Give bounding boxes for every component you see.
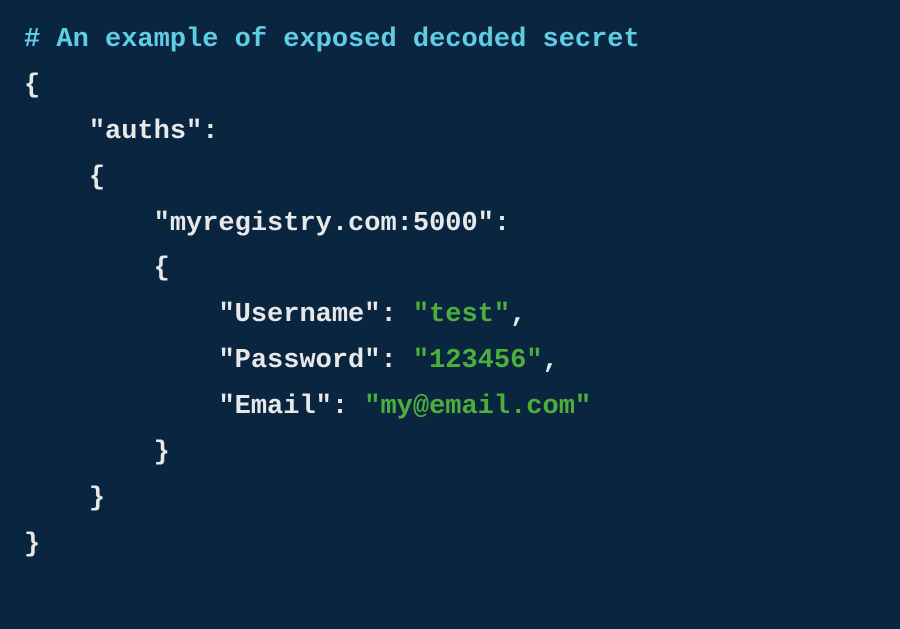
brace-open-2: {	[89, 163, 105, 193]
comma-1: ,	[510, 300, 526, 330]
brace-close-2: }	[89, 484, 105, 514]
val-username: "test"	[413, 300, 510, 330]
key-username: "Username"	[218, 300, 380, 330]
key-password: "Password"	[218, 346, 380, 376]
brace-close-1: }	[24, 530, 40, 560]
colon-4: :	[380, 346, 396, 376]
val-password: "123456"	[413, 346, 543, 376]
colon-3: :	[380, 300, 396, 330]
brace-open-3: {	[154, 254, 170, 284]
comment-hash: #	[24, 25, 40, 55]
key-registry: "myregistry.com:5000"	[154, 209, 494, 239]
comma-2: ,	[543, 346, 559, 376]
key-email: "Email"	[218, 392, 331, 422]
val-email: "my@email.com"	[364, 392, 591, 422]
comment-text: An example of exposed decoded secret	[56, 25, 639, 55]
comment-line: # An example of exposed decoded secret	[24, 25, 640, 55]
colon-2: :	[494, 209, 510, 239]
colon-1: :	[202, 117, 218, 147]
colon-5: :	[332, 392, 348, 422]
brace-close-3: }	[154, 438, 170, 468]
code-snippet: # An example of exposed decoded secret {…	[0, 0, 900, 587]
brace-open-1: {	[24, 71, 40, 101]
key-auths: "auths"	[89, 117, 202, 147]
